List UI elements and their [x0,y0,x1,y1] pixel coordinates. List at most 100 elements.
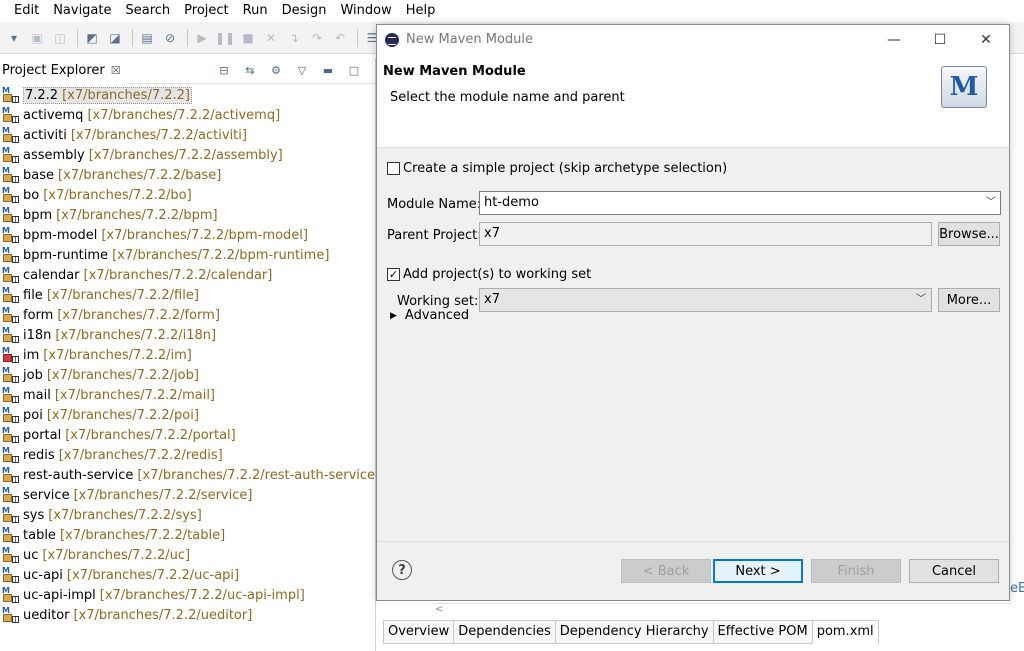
menu-edit[interactable]: Edit [0,0,46,22]
tree-item-sys[interactable]: M Jsys [x7/branches/7.2.2/sys] [0,505,375,525]
maximize-icon[interactable]: ☐ [917,25,963,54]
tree-item-bpm-runtime[interactable]: M Jbpm-runtime [x7/branches/7.2.2/bpm-runt… [0,245,375,265]
tree-item-bpm[interactable]: M Jbpm [x7/branches/7.2.2/bpm] [0,205,375,225]
step-return-icon[interactable]: ↶ [330,28,350,48]
step-over-icon[interactable]: ↷ [307,28,327,48]
horizontal-scrollbar[interactable]: < [432,603,1012,617]
tree-item-rest-auth-service[interactable]: M Jrest-auth-service [x7/branches/7.2.2/re… [0,465,380,485]
open-type-icon[interactable]: ◩ [82,28,102,48]
expand-triangle-icon[interactable]: ▶ [390,311,397,321]
tree-item-base[interactable]: M Jbase [x7/branches/7.2.2/base] [0,165,375,185]
tree-item-table[interactable]: M Jtable [x7/branches/7.2.2/table] [0,525,375,545]
dropdown-arrow-icon[interactable]: ▾ [4,28,24,48]
view-menu-icon[interactable]: ▽ [293,61,311,79]
tree-item-label: activemq [x7/branches/7.2.2/activemq] [23,107,281,123]
filter-icon[interactable]: ⚙ [267,61,285,79]
terminate-icon[interactable]: ■ [238,28,258,48]
dialog-window-title: New Maven Module [406,32,534,47]
step-into-icon[interactable]: ↴ [284,28,304,48]
tree-item-activiti[interactable]: M Jactiviti [x7/branches/7.2.2/activiti] [0,125,375,145]
tree-item-label: bpm-model [x7/branches/7.2.2/bpm-model] [23,227,308,243]
tree-item-label: table [x7/branches/7.2.2/table] [23,527,226,543]
tree-item-bo[interactable]: M Jbo [x7/branches/7.2.2/bo] [0,185,375,205]
tree-item-mail[interactable]: M Jmail [x7/branches/7.2.2/mail] [0,385,375,405]
menu-window[interactable]: Window [333,0,398,22]
tree-item-job[interactable]: M Jjob [x7/branches/7.2.2/job] [0,365,375,385]
tree-item-bpm-model[interactable]: M Jbpm-model [x7/branches/7.2.2/bpm-model] [0,225,375,245]
help-icon[interactable]: ? [392,560,412,580]
back-button[interactable]: < Back [621,559,711,583]
tree-item-form[interactable]: M Jform [x7/branches/7.2.2/form] [0,305,375,325]
menu-run[interactable]: Run [236,0,275,22]
checkbox-box[interactable]: ✓ [387,268,400,281]
maven-project-icon: MJ [2,107,19,123]
next-button[interactable]: Next > [713,559,803,583]
tree-item-service[interactable]: M Jservice [x7/branches/7.2.2/service] [0,485,375,505]
finish-button[interactable]: Finish [811,559,901,583]
tab-dependencies[interactable]: Dependencies [453,620,555,644]
tree-item-portal[interactable]: M Jportal [x7/branches/7.2.2/portal] [0,425,375,445]
toolbar-separator [77,28,78,47]
save-icon[interactable]: ▣ [27,28,47,48]
module-name-value: ht-demo [484,195,539,210]
tree-item-uc-api[interactable]: M Juc-api [x7/branches/7.2.2/uc-api] [0,565,375,585]
menu-design[interactable]: Design [275,0,334,22]
tree-item-activemq[interactable]: M Jactivemq [x7/branches/7.2.2/activemq] [0,105,375,125]
tree-item-calendar[interactable]: M Jcalendar [x7/branches/7.2.2/calendar] [0,265,375,285]
close-icon[interactable]: ☒ [111,64,121,77]
menu-project[interactable]: Project [177,0,235,22]
tree-item-ueditor[interactable]: M Jueditor [x7/branches/7.2.2/ueditor] [0,605,375,625]
advanced-section-toggle[interactable]: ▶ Advanced [390,308,469,323]
tree-item-redis[interactable]: M Jredis [x7/branches/7.2.2/redis] [0,445,375,465]
menu-help[interactable]: Help [399,0,443,22]
parent-project-label: Parent Project: [387,228,482,243]
maximize-icon[interactable]: □ [345,61,363,79]
collapse-all-icon[interactable]: ⊟ [215,61,233,79]
browse-button[interactable]: Browse... [938,222,1000,246]
tab-project-explorer[interactable]: Project Explorer ☒ [0,57,127,84]
close-icon[interactable]: ✕ [963,25,1009,54]
working-set-select[interactable]: x7 ﹀ [479,288,932,312]
save-all-icon[interactable]: ◫ [50,28,70,48]
tree-item-file[interactable]: M Jfile [x7/branches/7.2.2/file] [0,285,375,305]
disconnect-icon[interactable]: ✕ [261,28,281,48]
cancel-button[interactable]: Cancel [909,559,999,583]
simple-project-checkbox[interactable]: Create a simple project (skip archetype … [387,161,727,176]
edge-text: eE [1010,581,1024,596]
menu-search[interactable]: Search [119,0,178,22]
toolbar-separator [357,28,358,47]
scroll-left-icon[interactable]: < [435,604,443,615]
tree-item-poi[interactable]: M Jpoi [x7/branches/7.2.2/poi] [0,405,375,425]
working-set-checkbox[interactable]: ✓ Add project(s) to working set [387,267,591,282]
module-name-input[interactable]: ht-demo ﹀ [479,191,1001,215]
tree-item-7.2.2[interactable]: M J 7.2.2 [x7/branches/7.2.2] [0,85,375,105]
chevron-down-icon[interactable]: ﹀ [916,289,926,311]
tree-item-im[interactable]: M Jim [x7/branches/7.2.2/im] [0,345,375,365]
tree-item-uc[interactable]: M Juc [x7/branches/7.2.2/uc] [0,545,375,565]
console-icon[interactable]: ▤ [137,28,157,48]
chevron-down-icon[interactable]: ﹀ [986,192,996,214]
open-resource-icon[interactable]: ◪ [105,28,125,48]
explorer-tools: ⊟ ⇆ ⚙ ▽ ▬ □ [215,61,363,79]
more-button[interactable]: More... [938,288,1000,312]
tree-item-i18n[interactable]: M Ji18n [x7/branches/7.2.2/i18n] [0,325,375,345]
link-with-editor-icon[interactable]: ⇆ [241,61,259,79]
tab-pom-xml[interactable]: pom.xml [811,620,879,644]
minimize-icon[interactable]: ▬ [319,61,337,79]
minimize-icon[interactable]: — [871,25,917,54]
dialog-header-subtitle: Select the module name and parent [390,90,625,105]
tree-item-uc-api-impl[interactable]: M Juc-api-impl [x7/branches/7.2.2/uc-api-i… [0,585,375,605]
tree-item-label: uc [x7/branches/7.2.2/uc] [23,547,191,563]
tab-effective-pom[interactable]: Effective POM [712,620,812,644]
tab-overview[interactable]: Overview [383,620,454,644]
tab-dependency-hierarchy[interactable]: Dependency Hierarchy [554,620,713,644]
tree-item-assembly[interactable]: M Jassembly [x7/branches/7.2.2/assembly] [0,145,375,165]
maven-project-icon: MJ [2,127,19,143]
checkbox-box[interactable] [387,162,400,175]
tree-item-label: i18n [x7/branches/7.2.2/i18n] [23,327,217,343]
menu-navigate[interactable]: Navigate [46,0,118,22]
skip-breakpoints-icon[interactable]: ⊘ [160,28,180,48]
maven-project-icon: MJ [2,547,19,563]
resume-icon[interactable]: ▶ [192,28,212,48]
suspend-icon[interactable]: ❚❚ [215,28,235,48]
